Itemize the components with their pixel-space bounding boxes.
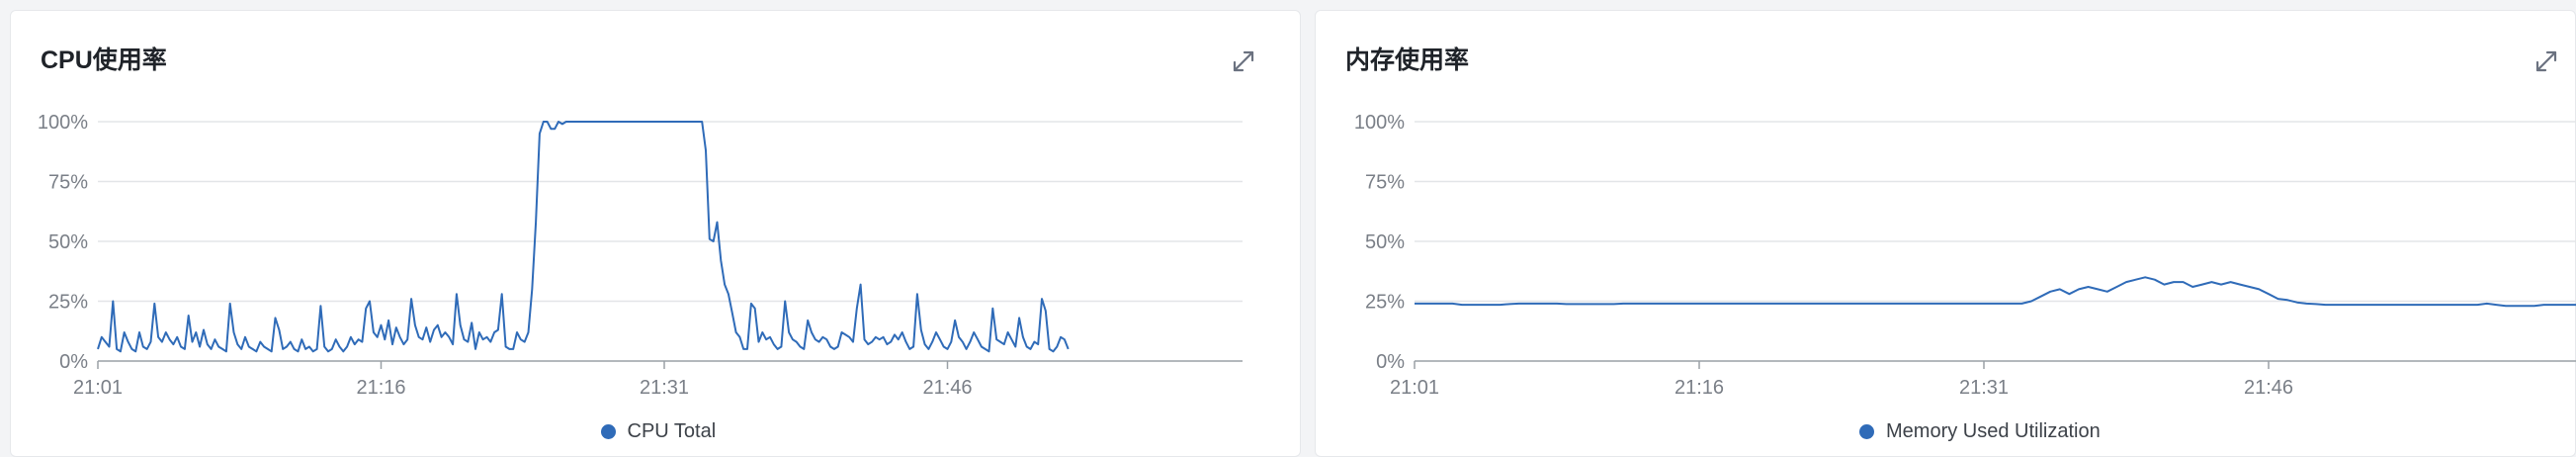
cpu-usage-panel: CPU使用率 100% 75% 50% 25% 0% 21:01 21:16 21:31 21:… <box>10 10 1301 457</box>
memory-usage-panel: 内存使用率 100% 75% 50% 25% 0% 21:01 21:16 21:31 21:4… <box>1315 10 2576 457</box>
x-tick-label: 21:16 <box>1674 377 1724 399</box>
y-tick-label: 75% <box>1365 172 1405 194</box>
legend-marker <box>1859 424 1874 439</box>
legend-label: Memory Used Utilization <box>1886 420 2101 442</box>
y-tick-label: 100% <box>1354 112 1405 134</box>
legend-label: CPU Total <box>627 420 717 442</box>
series-line <box>97 121 1070 353</box>
y-tick-label: 100% <box>38 112 88 134</box>
x-tick-label: 21:31 <box>640 377 689 399</box>
x-tick-label: 21:16 <box>356 377 405 399</box>
y-tick-label: 25% <box>48 292 88 314</box>
x-tick-label: 21:46 <box>922 377 972 399</box>
x-tick-label: 21:46 <box>2244 377 2293 399</box>
y-tick-label: 50% <box>48 231 88 253</box>
memory-usage-chart: 100% 75% 50% 25% 0% 21:01 21:16 21:31 21:46 <box>1354 112 2576 399</box>
y-tick-label: 0% <box>1376 351 1405 373</box>
legend-cpu-total[interactable]: CPU Total <box>600 420 717 443</box>
legend-memory-used-utilization[interactable]: Memory Used Utilization <box>1859 420 2101 443</box>
legend-marker <box>600 424 616 439</box>
y-tick-label: 25% <box>1365 292 1405 314</box>
y-tick-label: 50% <box>1365 231 1405 253</box>
y-tick-label: 0% <box>59 351 88 373</box>
x-tick-label: 21:31 <box>1959 377 2009 399</box>
cpu-usage-chart: 100% 75% 50% 25% 0% 21:01 21:16 21:31 21:46 <box>38 112 1243 399</box>
x-tick-label: 21:01 <box>73 377 123 399</box>
x-tick-label: 21:01 <box>1390 377 1439 399</box>
y-tick-label: 75% <box>48 172 88 194</box>
dashboard: CPU使用率 100% 75% 50% 25% 0% 21:01 21:16 21:31 21:… <box>0 0 2576 457</box>
